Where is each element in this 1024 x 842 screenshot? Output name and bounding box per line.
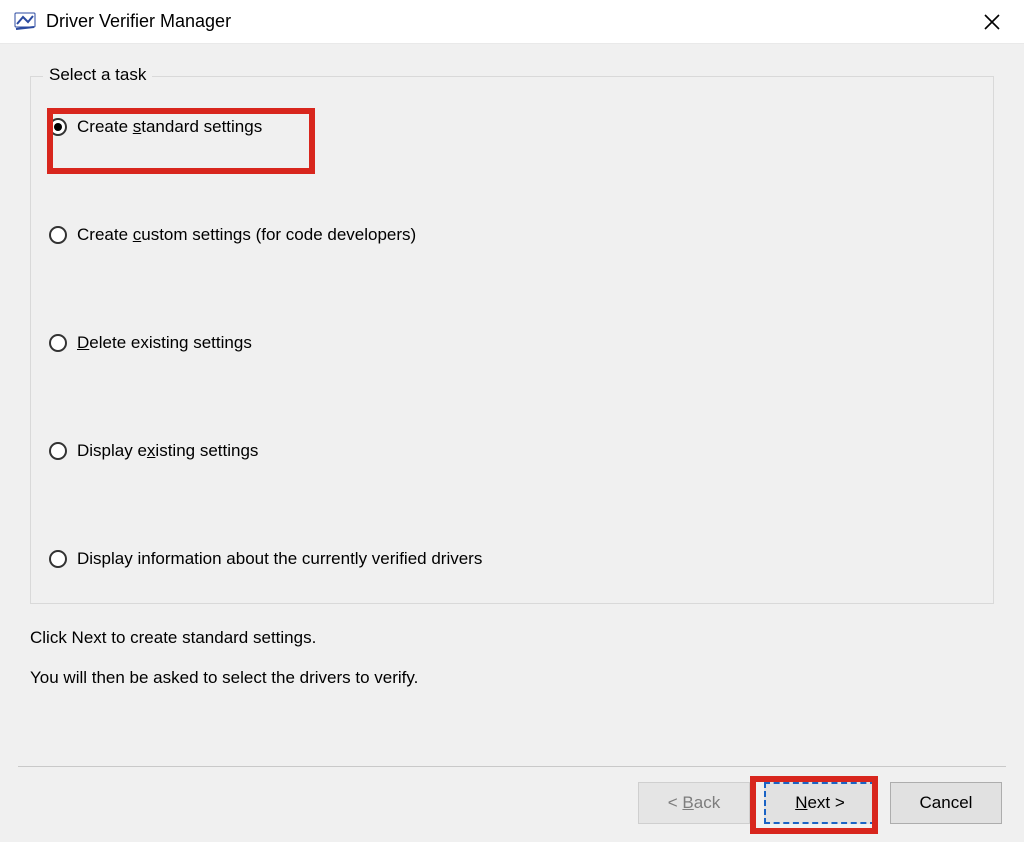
radio-label[interactable]: Create standard settings — [77, 117, 262, 137]
titlebar: Driver Verifier Manager — [0, 0, 1024, 44]
radio-icon[interactable] — [49, 442, 67, 460]
radio-icon[interactable] — [49, 226, 67, 244]
close-button[interactable] — [974, 4, 1010, 40]
wizard-button-bar: < Back Next > Cancel — [638, 782, 1002, 824]
next-button[interactable]: Next > — [764, 782, 876, 824]
option-delete-existing[interactable]: Delete existing settings — [49, 329, 975, 357]
groupbox-legend: Select a task — [43, 65, 152, 85]
option-create-standard[interactable]: Create standard settings — [49, 113, 975, 141]
option-create-custom[interactable]: Create custom settings (for code develop… — [49, 221, 975, 249]
radio-icon[interactable] — [49, 334, 67, 352]
option-display-existing[interactable]: Display existing settings — [49, 437, 975, 465]
option-display-info[interactable]: Display information about the currently … — [49, 545, 975, 573]
back-button: < Back — [638, 782, 750, 824]
close-icon — [984, 14, 1000, 30]
instruction-line: Click Next to create standard settings. — [30, 628, 994, 648]
app-icon — [14, 11, 36, 33]
separator — [18, 766, 1006, 767]
instruction-text: Click Next to create standard settings. … — [30, 628, 994, 688]
radio-icon[interactable] — [49, 550, 67, 568]
cancel-button[interactable]: Cancel — [890, 782, 1002, 824]
radio-label[interactable]: Display information about the currently … — [77, 549, 482, 569]
wizard-body: Select a task Create standard settings C… — [0, 44, 1024, 842]
radio-label[interactable]: Create custom settings (for code develop… — [77, 225, 416, 245]
radio-label[interactable]: Delete existing settings — [77, 333, 252, 353]
task-groupbox: Select a task Create standard settings C… — [30, 76, 994, 604]
radio-icon[interactable] — [49, 118, 67, 136]
window-title: Driver Verifier Manager — [46, 11, 231, 32]
instruction-line: You will then be asked to select the dri… — [30, 668, 994, 688]
radio-label[interactable]: Display existing settings — [77, 441, 258, 461]
